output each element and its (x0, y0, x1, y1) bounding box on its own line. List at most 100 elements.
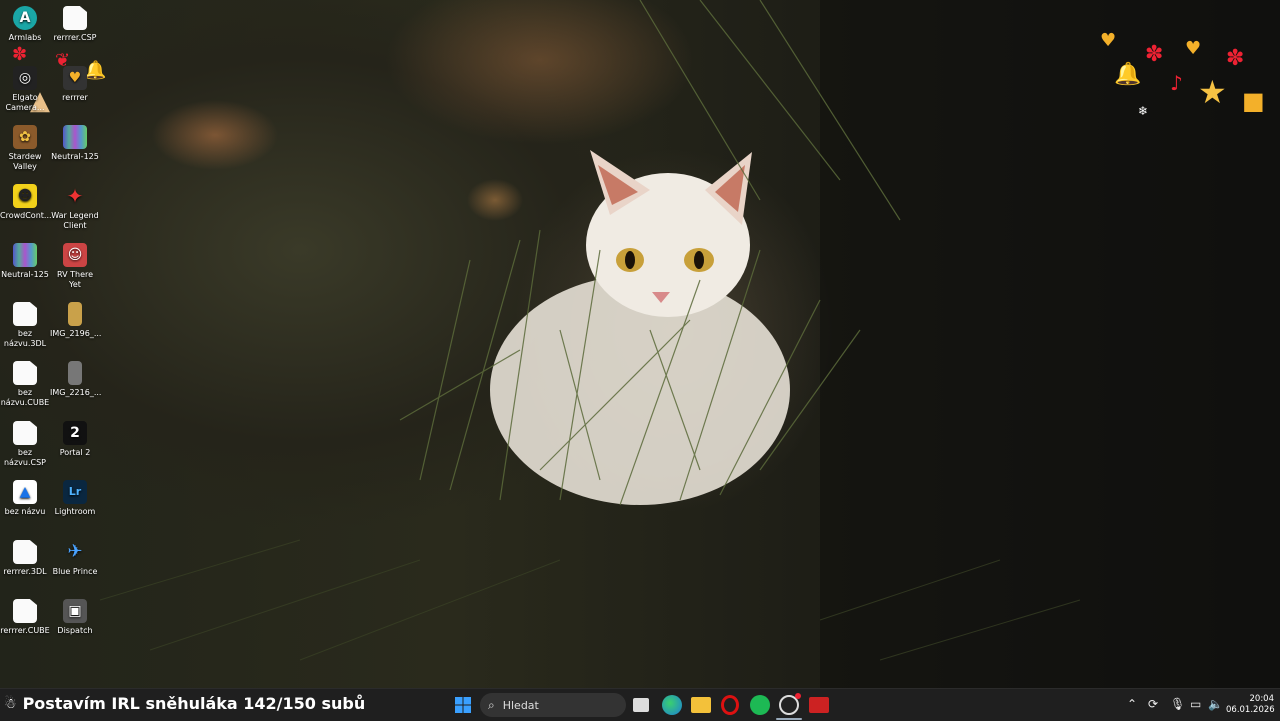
heart-ornament-icon: ♥ (1100, 30, 1117, 51)
image-icon (68, 361, 82, 385)
desktop-icon-dispatch[interactable]: ▣ Dispatch (50, 599, 100, 636)
chevron-up-icon[interactable]: ⌃ (1127, 697, 1137, 711)
desktop-icon-label: bez názvu.CSP (3, 448, 46, 467)
blue-prince-icon: ✈ (67, 541, 83, 562)
desktop-icon-label: bez názvu (4, 507, 46, 516)
desktop-icon-label: rerrrer.CUBE (0, 626, 50, 635)
desktop-wallpaper (0, 0, 1280, 688)
camera-icon: ◎ (13, 66, 37, 90)
desktop-icon-label: Portal 2 (59, 448, 91, 457)
war-legend-icon: ✦ (66, 184, 84, 208)
desktop-icon-elgato-camera[interactable]: ◎ Elgato Camera... (0, 66, 50, 113)
search-icon: ⌕ (488, 697, 495, 712)
search-placeholder: Hledat (502, 698, 539, 712)
desktop-icon-label: Armlabs (8, 33, 42, 42)
desktop-icon-label: Stardew Valley (8, 152, 42, 171)
taskbar-clock[interactable]: 20:04 06.01.2026 (1226, 694, 1275, 716)
desktop-icon-label: rerrrer.CSP (53, 33, 97, 42)
desktop-icon-blue-prince[interactable]: ✈ Blue Prince (50, 540, 100, 577)
desktop-icon-bez-nazvu-csp[interactable]: bez názvu.CSP (0, 421, 50, 468)
desktop-icon-label: Dispatch (57, 626, 93, 635)
ornament-icon: ✽ (1226, 46, 1245, 71)
desktop-icon-rerrrer-csp[interactable]: rerrrer.CSP (50, 6, 100, 43)
desktop-icon-label: rerrrer (62, 93, 88, 102)
desktop-icon-neutral-125-b[interactable]: Neutral-125 (0, 243, 50, 280)
stardew-valley-icon: ✿ (13, 125, 37, 149)
file-explorer-icon[interactable] (691, 697, 711, 713)
snowman-icon: ☃ (4, 695, 17, 712)
start-button[interactable] (453, 695, 473, 715)
desktop-icon-rv-there-yet[interactable]: ☺ RV There Yet (50, 243, 100, 290)
file-icon (13, 421, 37, 445)
spotify-icon[interactable] (750, 695, 770, 715)
lut-file-icon (63, 125, 87, 149)
desktop-icon-label: Neutral-125 (1, 270, 49, 279)
desktop-icon-bez-nazvu-cube[interactable]: bez názvu.CUBE (0, 361, 50, 408)
gift-icon: ■ (1242, 87, 1265, 115)
desktop-icon-label: Elgato Camera... (5, 93, 45, 112)
recorder-icon[interactable] (809, 697, 829, 713)
desktop-icon-armlabs[interactable]: A Armlabs (0, 6, 50, 43)
opera-icon[interactable] (721, 695, 739, 715)
desktop-icon-bez-nazvu[interactable]: ▲ bez názvu (0, 480, 50, 517)
desktop-icon-lightroom[interactable]: Lr Lightroom (50, 480, 100, 517)
taskbar: ☃ Postavím IRL sněhuláka 142/150 subů ⌕ … (0, 688, 1280, 721)
edge-icon[interactable] (662, 695, 682, 715)
file-icon (63, 6, 87, 30)
desktop-icon-label: Blue Prince (52, 567, 98, 576)
desktop-icon-stardew-valley[interactable]: ✿ Stardew Valley (0, 125, 50, 172)
desktop-icon-label: IMG_2196_... (50, 329, 102, 338)
taskbar-search-box[interactable]: ⌕ Hledat (480, 693, 626, 717)
desktop-icon-war-legend-client[interactable]: ✦ War Legend Client (50, 184, 100, 231)
google-drive-icon: ▲ (13, 480, 37, 504)
desktop-icon-label: bez názvu.3DL (3, 329, 47, 348)
desktop-icon-label: CrowdCont... (0, 211, 52, 220)
cat-wallpaper-image (99, 0, 1280, 688)
desktop-icon-label: rerrrer.3DL (3, 567, 47, 576)
desktop-icon-bez-nazvu-3dl[interactable]: bez názvu.3DL (0, 302, 50, 349)
rv-there-yet-icon: ☺ (63, 243, 87, 267)
lightroom-icon: Lr (63, 480, 87, 504)
desktop-icon-neutral-125[interactable]: Neutral-125 (50, 125, 100, 162)
windows-start-icon (455, 697, 471, 713)
image-icon (68, 302, 82, 326)
desktop-icon-crowdcontrol[interactable]: ☻ CrowdCont... (0, 184, 52, 221)
display-icon[interactable]: ▭ (1190, 697, 1201, 711)
crowdcontrol-icon: ☻ (13, 184, 37, 208)
desktop-icon-rerrrer[interactable]: ♥ rerrrer (50, 66, 100, 103)
desktop-icon-img-2196[interactable]: IMG_2196_... (50, 302, 102, 339)
stream-goal-text: Postavím IRL sněhuláka 142/150 subů (22, 694, 366, 713)
file-icon (13, 302, 37, 326)
obs-icon[interactable] (779, 693, 801, 715)
desktop-icon-label: IMG_2216_... (50, 388, 102, 397)
desktop-icon-portal-2[interactable]: 2 Portal 2 (50, 421, 100, 458)
image-icon: ♥ (63, 66, 87, 90)
file-icon (13, 599, 37, 623)
desktop-icon-rerrrer-3dl[interactable]: rerrrer.3DL (0, 540, 50, 577)
lut-file-icon (13, 243, 37, 267)
clock-date: 06.01.2026 (1226, 705, 1275, 715)
sync-icon[interactable]: ⟳ (1148, 697, 1158, 711)
desktop-icon-img-2216[interactable]: IMG_2216_... (50, 361, 102, 398)
desktop-icon-label: War Legend Client (51, 211, 99, 230)
desktop-icon-rerrrer-cube[interactable]: rerrrer.CUBE (0, 599, 50, 636)
heart-ornament-icon: ♥ (1185, 38, 1202, 59)
desktop-icon-label: RV There Yet (56, 270, 94, 289)
recording-dot-icon (795, 693, 801, 699)
microphone-icon[interactable]: 🎙 (1170, 697, 1185, 711)
portal-2-icon: 2 (63, 421, 87, 445)
snowflake-icon: ❄ (1138, 104, 1149, 118)
candy-cane-icon: ♪ (1170, 71, 1183, 95)
dispatch-icon: ▣ (63, 599, 87, 623)
ornament-icon: ✽ (12, 44, 28, 65)
volume-icon[interactable]: 🔈 (1208, 697, 1223, 711)
task-view-icon[interactable] (633, 698, 649, 712)
ornament-icon: ✽ (1145, 42, 1164, 67)
file-icon (13, 540, 37, 564)
stream-goal-overlay: ☃ Postavím IRL sněhuláka 142/150 subů (4, 694, 365, 713)
desktop-icon-label: bez názvu.CUBE (0, 388, 50, 407)
clock-time: 20:04 (1249, 694, 1275, 704)
star-icon: ★ (1198, 73, 1227, 111)
bell-icon: 🔔 (1114, 62, 1142, 87)
armlabs-icon: A (13, 6, 37, 30)
